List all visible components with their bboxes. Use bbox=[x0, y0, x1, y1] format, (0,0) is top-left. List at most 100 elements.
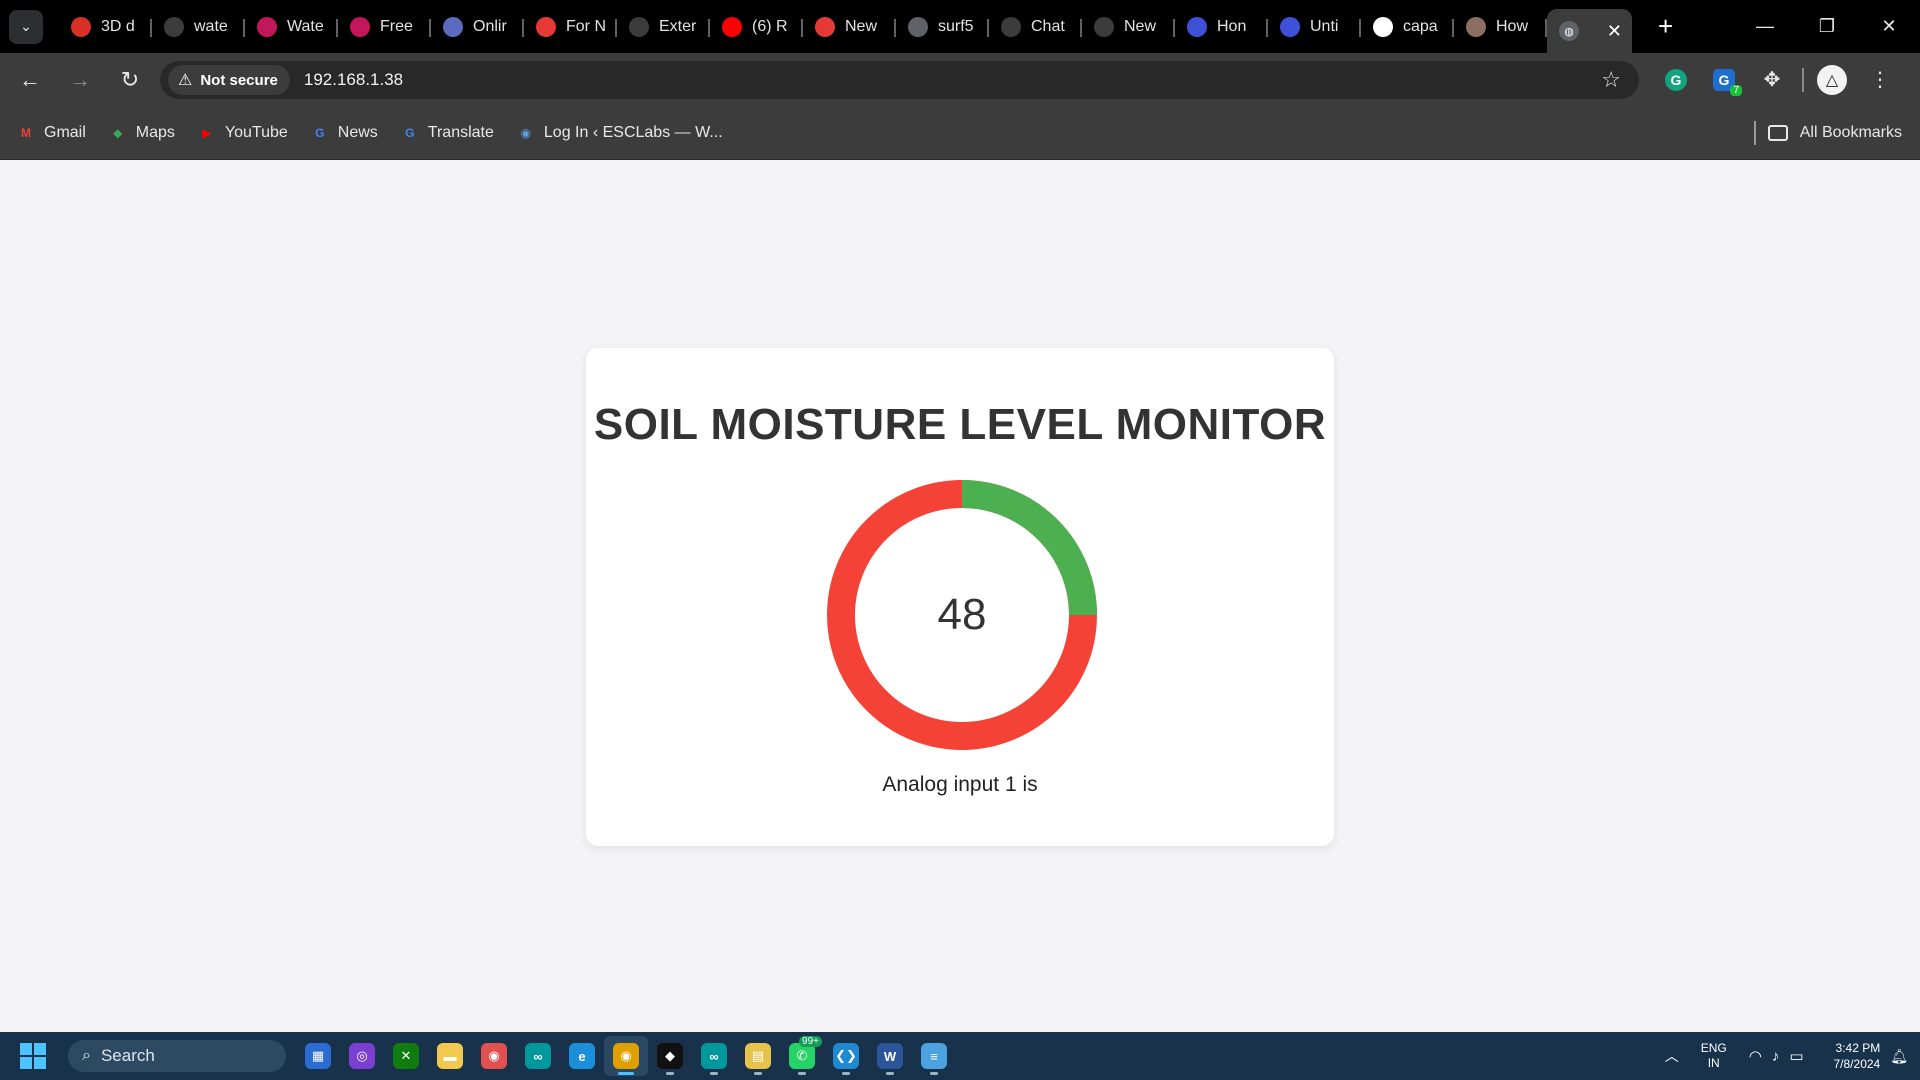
tab-item[interactable]: For N bbox=[524, 9, 617, 45]
battery-icon[interactable]: ▭ bbox=[1789, 1047, 1803, 1065]
app-purple-icon: ◎ bbox=[349, 1043, 375, 1069]
tab-item[interactable]: Chat bbox=[989, 9, 1082, 45]
reload-button[interactable]: ↻ bbox=[108, 60, 152, 100]
extensions-button[interactable]: ✥ bbox=[1752, 60, 1792, 100]
taskbar-app[interactable]: ❮❯ bbox=[824, 1036, 868, 1076]
profile-button[interactable]: △ bbox=[1812, 60, 1852, 100]
taskbar-app[interactable]: ∞ bbox=[692, 1036, 736, 1076]
tab-item[interactable]: Exter bbox=[617, 9, 710, 45]
tab-title: Hon bbox=[1217, 17, 1247, 35]
taskbar-app[interactable]: ◉ bbox=[472, 1036, 516, 1076]
folder-icon bbox=[1767, 125, 1788, 141]
youtube-icon bbox=[722, 16, 742, 37]
bookmark-item[interactable]: G Translate bbox=[400, 124, 494, 142]
arduino-icon: ∞ bbox=[525, 1043, 551, 1069]
tab-title: Free bbox=[380, 17, 413, 35]
tab-item[interactable]: Onlir bbox=[431, 9, 524, 45]
maps-icon: ◆ bbox=[113, 125, 123, 140]
tab-item[interactable]: (6) R bbox=[710, 9, 803, 45]
notification-bell-icon[interactable]: 🔔︎ bbox=[1890, 1048, 1908, 1065]
start-button[interactable] bbox=[20, 1043, 46, 1069]
tab-item[interactable]: New bbox=[1082, 9, 1175, 45]
back-button[interactable]: ← bbox=[8, 60, 52, 100]
taskbar-search[interactable]: ⌕ Search bbox=[68, 1040, 286, 1072]
wifi-icon[interactable]: ◠ bbox=[1749, 1047, 1762, 1065]
address-bar[interactable]: ⚠ Not secure 192.168.1.38 ☆ bbox=[160, 61, 1639, 99]
tab-title: Onlir bbox=[473, 17, 507, 35]
tab-item[interactable]: Wate bbox=[245, 9, 338, 45]
chevron-up-icon[interactable]: ︿ bbox=[1665, 1046, 1679, 1066]
browser-toolbar: ← → ↻ ⚠ Not secure 192.168.1.38 ☆ G G 7 … bbox=[0, 53, 1920, 106]
bookmark-label: Gmail bbox=[44, 123, 86, 141]
close-window-button[interactable]: ✕ bbox=[1858, 0, 1920, 53]
bookmark-item[interactable]: ▶ YouTube bbox=[197, 124, 288, 142]
bookmark-label: News bbox=[337, 123, 378, 141]
bookmark-label: Log In ‹ ESCLabs — W... bbox=[543, 123, 723, 141]
restore-button[interactable]: ❐ bbox=[1796, 0, 1858, 53]
taskbar-app[interactable]: ≡ bbox=[912, 1036, 956, 1076]
tab-item[interactable]: wate bbox=[152, 9, 245, 45]
taskbar-app[interactable]: ✆ 99+ bbox=[780, 1036, 824, 1076]
bookmark-item[interactable]: ◉ Log In ‹ ESCLabs — W... bbox=[516, 124, 723, 142]
warning-icon: ⚠ bbox=[178, 72, 193, 89]
tab-item[interactable]: surf5 bbox=[896, 9, 989, 45]
menu-button[interactable]: ⋮ bbox=[1860, 60, 1900, 100]
bookmarks-bar: M Gmail ◆ Maps ▶ YouTube G News G Translate ◉ Log I… bbox=[0, 106, 1920, 160]
taskbar-app[interactable]: ▦ bbox=[296, 1036, 340, 1076]
tab-active[interactable]: ◍ ✕ bbox=[1547, 9, 1632, 53]
running-indicator bbox=[842, 1072, 850, 1075]
grammarly-extension[interactable]: G bbox=[1656, 60, 1696, 100]
language-code: ENG bbox=[1700, 1041, 1727, 1055]
windows-taskbar: ⌕ Search ▦ ◎ ✕ ▬ ◉ ∞ e ◉ ◆ ∞ ▤ ✆ 99+ ❮❯ W ≡ ︿ ENG IN ◠ … bbox=[0, 1032, 1920, 1080]
clock[interactable]: 3:42 PM 7/8/2024 bbox=[1834, 1040, 1881, 1072]
taskbar-app[interactable]: W bbox=[868, 1036, 912, 1076]
word-icon: W bbox=[877, 1043, 903, 1069]
all-bookmarks-button[interactable]: All Bookmarks bbox=[1767, 106, 1902, 160]
tab-search-button[interactable]: ⌄ bbox=[9, 9, 43, 44]
running-indicator bbox=[798, 1072, 806, 1075]
chrome-icon bbox=[1094, 16, 1114, 37]
translate-icon: G bbox=[405, 125, 415, 140]
taskbar-app[interactable]: ◉ bbox=[604, 1036, 648, 1076]
taskbar-app[interactable]: ▬ bbox=[428, 1036, 472, 1076]
tab-item[interactable]: Unti bbox=[1268, 9, 1361, 45]
running-indicator bbox=[886, 1072, 894, 1075]
chevron-down-icon: ⌄ bbox=[20, 18, 32, 34]
new-tab-button[interactable]: + bbox=[1658, 11, 1673, 42]
bookmark-label: Translate bbox=[427, 123, 494, 141]
tab-item[interactable]: New bbox=[803, 9, 896, 45]
analog-input-caption: Analog input 1 is bbox=[882, 773, 1038, 796]
tab-strip: ⌄ 3D d wate Wate Free Onlir For N Exter (6) R Ne… bbox=[0, 0, 1920, 53]
tab-item[interactable]: 3D d bbox=[59, 9, 152, 45]
minimize-button[interactable]: — bbox=[1734, 0, 1796, 53]
grammarly-docs-extension[interactable]: G 7 bbox=[1704, 60, 1744, 100]
extension-badge: 7 bbox=[1730, 84, 1742, 96]
tab-item[interactable]: Free bbox=[338, 9, 431, 45]
taskbar-app[interactable]: ◆ bbox=[648, 1036, 692, 1076]
volume-icon[interactable]: ♪ bbox=[1772, 1048, 1780, 1065]
language-indicator[interactable]: ENG IN bbox=[1701, 1041, 1727, 1071]
url-text[interactable]: 192.168.1.38 bbox=[304, 70, 403, 90]
tab-item[interactable]: How bbox=[1454, 9, 1547, 45]
notes-icon: ▤ bbox=[745, 1043, 771, 1069]
tab-item[interactable]: Hon bbox=[1175, 9, 1268, 45]
red-arc-icon bbox=[815, 16, 835, 37]
taskbar-app[interactable]: ▤ bbox=[736, 1036, 780, 1076]
page-viewport: SOIL MOISTURE LEVEL MONITOR 48 Analog in… bbox=[0, 161, 1920, 1031]
bookmark-item[interactable]: M Gmail bbox=[16, 124, 86, 142]
bookmark-item[interactable]: G News bbox=[310, 124, 378, 142]
clock-date: 7/8/2024 bbox=[1833, 1057, 1881, 1071]
security-chip[interactable]: ⚠ Not secure bbox=[168, 65, 290, 95]
taskbar-app[interactable]: ✕ bbox=[384, 1036, 428, 1076]
tab-item[interactable]: capa bbox=[1361, 9, 1454, 45]
taskbar-app[interactable]: ∞ bbox=[516, 1036, 560, 1076]
taskbar-app[interactable]: e bbox=[560, 1036, 604, 1076]
windows-logo-icon bbox=[20, 1057, 32, 1069]
close-tab-icon[interactable]: ✕ bbox=[1607, 21, 1622, 42]
taskbar-app[interactable]: ◎ bbox=[340, 1036, 384, 1076]
system-tray: ︿ ENG IN ◠ ♪ ▭ 3:42 PM 7/8/2024 🔔︎ bbox=[1665, 1032, 1920, 1080]
security-label: Not secure bbox=[200, 71, 278, 89]
bookmark-item[interactable]: ◆ Maps bbox=[108, 124, 175, 142]
bookmark-star-icon[interactable]: ☆ bbox=[1601, 67, 1621, 93]
forward-button[interactable]: → bbox=[58, 60, 102, 100]
